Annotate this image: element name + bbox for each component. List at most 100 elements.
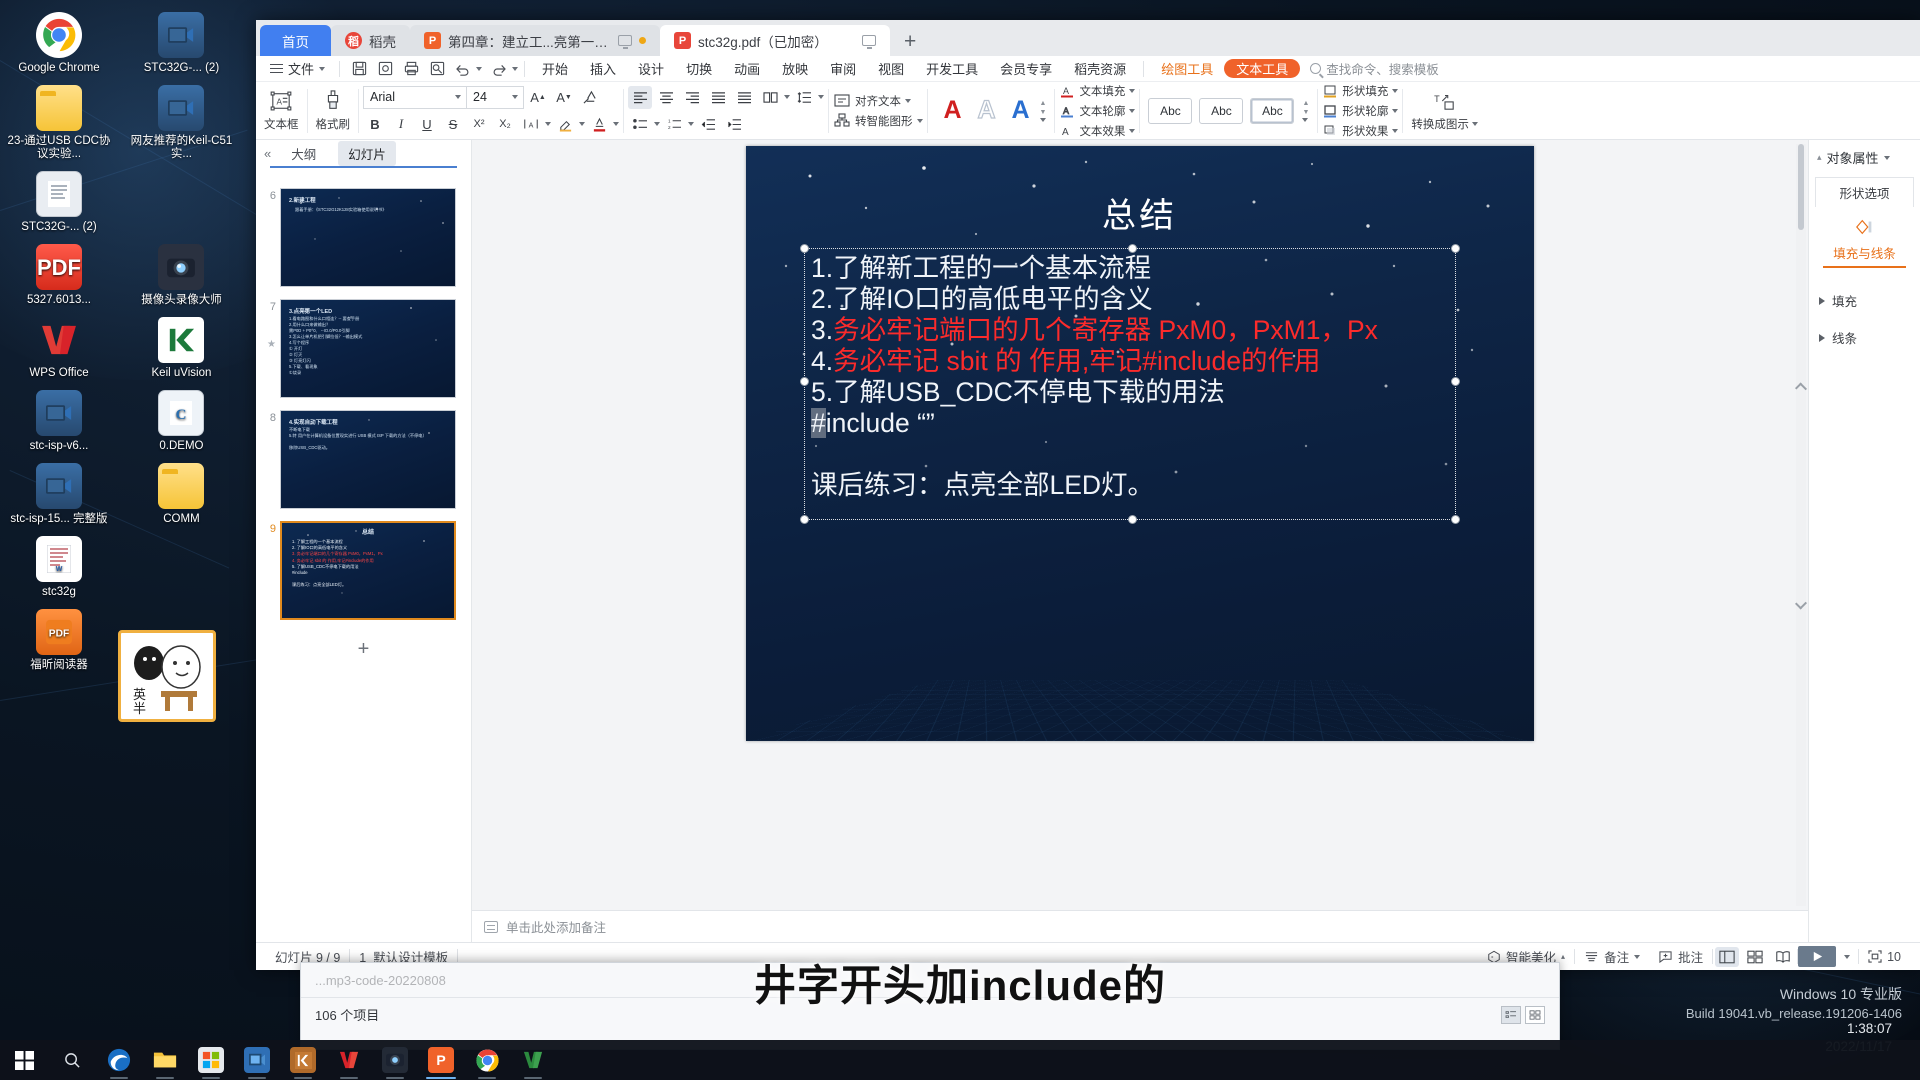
present-on-monitor-icon[interactable] <box>618 35 632 49</box>
desktop-icon-keil-uvision[interactable]: Keil uVision <box>122 311 240 384</box>
taskbar-app-file-explorer[interactable] <box>142 1040 188 1080</box>
shape-fill-button[interactable]: 形状填充 <box>1322 82 1399 99</box>
format-painter-button[interactable]: 格式刷 <box>312 85 355 137</box>
superscript-button[interactable]: X² <box>467 113 491 136</box>
ribbon-tab-transition[interactable]: 切换 <box>675 56 723 82</box>
shape-style-2[interactable]: Abc <box>1199 97 1244 124</box>
taskbar-app-wps-writer[interactable] <box>326 1040 372 1080</box>
italic-button[interactable]: I <box>389 113 413 136</box>
slide-vertical-scrollbar[interactable] <box>1794 144 1808 906</box>
ribbon-tab-review[interactable]: 审阅 <box>819 56 867 82</box>
undo-icon[interactable] <box>450 58 476 80</box>
present-on-monitor-icon[interactable] <box>862 35 876 49</box>
decrease-font-size-button[interactable]: A ▼ <box>552 86 576 109</box>
text-highlight-button[interactable] <box>553 113 577 136</box>
taskbar-search-button[interactable] <box>48 1040 96 1080</box>
slide-thumbnail-item[interactable]: 6 2.新建工程 跟着手册：《STC32G12K128实验箱使用说明书》 <box>262 188 465 287</box>
taskbar-app-edge[interactable] <box>96 1040 142 1080</box>
resize-handle-ne[interactable] <box>1451 244 1460 253</box>
ribbon-tab-drawing-tools[interactable]: 绘图工具 <box>1150 56 1224 82</box>
resize-handle-sw[interactable] <box>800 515 809 524</box>
new-tab-button[interactable]: + <box>890 31 930 56</box>
decrease-indent-button[interactable] <box>696 113 720 136</box>
start-button[interactable] <box>0 1040 48 1080</box>
notes-pane[interactable]: 单击此处添加备注 <box>472 910 1808 942</box>
tab-shape-options[interactable]: 形状选项 <box>1815 177 1914 207</box>
increase-indent-button[interactable] <box>722 113 746 136</box>
ribbon-tab-text-tools[interactable]: 文本工具 <box>1224 59 1301 78</box>
redo-icon[interactable] <box>486 58 512 80</box>
ribbon-tab-animation[interactable]: 动画 <box>723 56 771 82</box>
desktop-icon-usb-cdc-folder[interactable]: 23-通过USB CDC协议实验... <box>0 79 118 165</box>
shape-style-more-icon[interactable] <box>1302 117 1309 122</box>
taskbar-app-chrome[interactable] <box>464 1040 510 1080</box>
desktop-icon-stc32g-video-1[interactable]: STC32G-... (2) <box>122 6 240 79</box>
shape-style-3[interactable]: Abc <box>1250 97 1295 124</box>
save-icon[interactable] <box>346 58 372 80</box>
add-slide-button[interactable]: + <box>262 632 465 661</box>
wordart-more-icon[interactable] <box>1039 117 1046 122</box>
align-left-button[interactable] <box>628 85 652 109</box>
taskbar-app-stc-isp[interactable] <box>234 1040 280 1080</box>
fill-section-toggle[interactable]: 填充 <box>1809 282 1920 319</box>
underline-button[interactable]: U <box>415 113 439 136</box>
desktop-icon-camera-recorder[interactable]: 摄像头录像大师 <box>122 238 240 311</box>
ribbon-tab-docer-resources[interactable]: 稻壳资源 <box>1063 56 1137 82</box>
ribbon-tab-member[interactable]: 会员专享 <box>989 56 1063 82</box>
taskbar-app-camera-recorder[interactable] <box>372 1040 418 1080</box>
font-color-button[interactable] <box>587 113 611 136</box>
distribute-button[interactable] <box>732 86 756 109</box>
line-spacing-button[interactable] <box>792 86 816 109</box>
desktop-icon-stc32g-word[interactable]: W stc32g <box>0 530 118 603</box>
slide-thumbnail-item[interactable]: 8 4.实现自动下载工程 不断电下载 5.特 用户在计算机设备位置现实进行 US… <box>262 410 465 509</box>
chevron-down-icon[interactable] <box>818 95 824 99</box>
strikethrough-button[interactable]: S <box>441 113 465 136</box>
fill-and-line-icon[interactable] <box>1809 207 1920 243</box>
increase-font-size-button[interactable]: A ▲ <box>526 86 550 109</box>
slide-thumbnail-item-current[interactable]: 9 总结 1. 了解工程的一个基本流程 2. 了解IO口的高低电平的含义 3. … <box>262 521 465 620</box>
slide-thumbnail-item[interactable]: 7 ★ 3.点亮第一个LED 1.看电路图和什么口相连？-- 要查手册 2.用什… <box>262 299 465 398</box>
resize-handle-n[interactable] <box>1128 244 1137 253</box>
chevron-down-icon[interactable] <box>784 95 790 99</box>
slide-thumbnail-selected[interactable]: 总结 1. 了解工程的一个基本流程 2. 了解IO口的高低电平的含义 3. 务必… <box>280 521 456 620</box>
tab-home[interactable]: 首页 <box>260 25 331 56</box>
shape-outline-button[interactable]: 形状轮廓 <box>1322 102 1399 119</box>
wordart-style-3[interactable]: A <box>1004 94 1038 128</box>
collapse-pane-icon[interactable]: « <box>264 146 271 161</box>
font-size-select[interactable]: 24 <box>467 87 523 108</box>
tab-docer[interactable]: 稻 稻壳 <box>331 25 410 56</box>
ribbon-tab-view[interactable]: 视图 <box>867 56 915 82</box>
text-effect-button[interactable]: A 文本效果 <box>1059 122 1136 139</box>
slide-textbox-selected[interactable]: 1.了解新工程的一个基本流程 2.了解IO口的高低电平的含义 3.务必牢记端口的… <box>800 244 1460 524</box>
slide-title-text[interactable]: 总结 <box>746 188 1534 237</box>
insert-textbox-button[interactable]: A 文本框 <box>260 85 303 137</box>
convert-smartart-button[interactable]: 转智能图形 <box>833 112 923 129</box>
taskbar-app-wps-presentation[interactable]: P <box>418 1040 464 1080</box>
columns-button[interactable] <box>758 86 782 109</box>
character-spacing-button[interactable]: A <box>519 113 543 136</box>
slide-thumbnail[interactable]: 4.实现自动下载工程 不断电下载 5.特 用户在计算机设备位置现实进行 USB … <box>280 410 456 509</box>
ribbon-tab-developer[interactable]: 开发工具 <box>915 56 989 82</box>
align-right-button[interactable] <box>680 86 704 109</box>
ribbon-tab-slideshow[interactable]: 放映 <box>771 56 819 82</box>
chevron-down-icon[interactable] <box>613 122 619 126</box>
tab-outline[interactable]: 大纲 <box>281 141 326 166</box>
resize-handle-e[interactable] <box>1451 377 1460 386</box>
chevron-down-icon[interactable] <box>579 122 585 126</box>
shape-style-1[interactable]: Abc <box>1148 97 1193 124</box>
tab-slides[interactable]: 幻灯片 <box>338 140 396 166</box>
chevron-down-icon[interactable] <box>1883 155 1890 160</box>
desktop-icon-pdf-5327[interactable]: PDF 5327.6013... <box>0 238 118 311</box>
align-text-button[interactable]: 对齐文本 <box>833 92 923 109</box>
taskbar-app-keil[interactable] <box>280 1040 326 1080</box>
font-name-select[interactable]: Arial <box>364 87 466 108</box>
print-preview-icon[interactable] <box>424 58 450 80</box>
command-search-box[interactable]: 查找命令、搜索模板 <box>1310 59 1439 78</box>
chevron-down-icon[interactable] <box>545 122 551 126</box>
justify-button[interactable] <box>706 86 730 109</box>
wordart-style-1[interactable]: A <box>936 94 970 128</box>
slide-textbox-content[interactable]: 1.了解新工程的一个基本流程 2.了解IO口的高低电平的含义 3.务必牢记端口的… <box>805 249 1455 501</box>
taskbar-app-store[interactable] <box>188 1040 234 1080</box>
quick-access-more-icon[interactable] <box>512 66 519 71</box>
taskbar-app-wps-doc[interactable] <box>510 1040 556 1080</box>
